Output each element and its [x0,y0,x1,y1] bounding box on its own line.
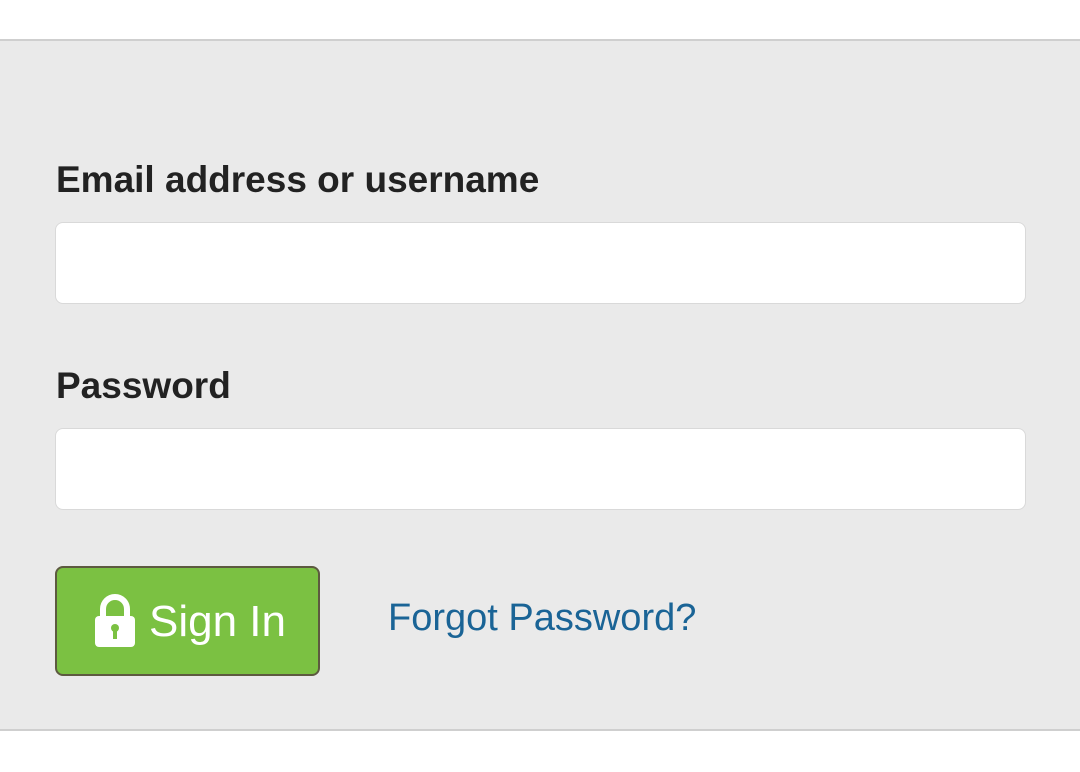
password-label: Password [56,365,231,406]
login-panel: Email address or username Password Sign … [0,39,1080,731]
signin-button[interactable]: Sign In [55,566,320,676]
signin-label: Sign In [149,597,286,646]
lock-icon [93,594,137,648]
password-field[interactable] [55,428,1026,510]
email-label: Email address or username [56,159,540,200]
forgot-password-link[interactable]: Forgot Password? [388,599,696,637]
email-field[interactable] [55,222,1026,304]
